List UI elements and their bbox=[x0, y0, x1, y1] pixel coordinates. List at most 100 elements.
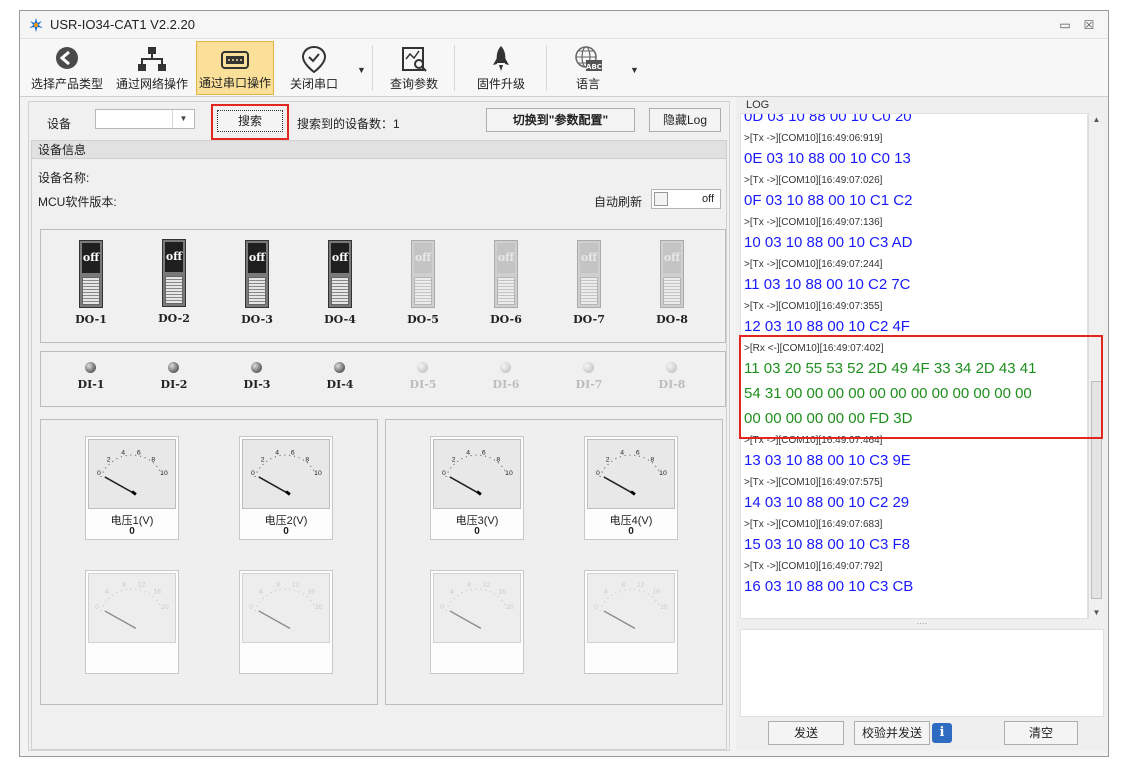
firmware-upgrade-button[interactable]: 固件升级 bbox=[464, 41, 538, 95]
app-window: USR-IO34-CAT1 V2.2.20 ▭ ☒ 选择产品类型 通过网络操作 bbox=[19, 10, 1109, 757]
led-icon bbox=[334, 362, 345, 373]
di-indicator-2: DI-2 bbox=[139, 356, 209, 396]
do-label: DO-5 bbox=[407, 313, 439, 326]
switch-icon: off bbox=[660, 240, 684, 308]
tick-10: 10 bbox=[659, 470, 667, 477]
tick-8: 8 bbox=[151, 456, 155, 463]
minimize-icon[interactable]: ▭ bbox=[1056, 17, 1074, 33]
gauge-icon: 0 4 8 12 16 20 bbox=[433, 573, 521, 643]
auto-refresh-label: 自动刷新 bbox=[594, 195, 643, 209]
switch-icon: off bbox=[328, 240, 352, 308]
tick-6: 6 bbox=[291, 450, 295, 457]
di-indicator-6: DI-6 bbox=[471, 356, 541, 396]
send-button[interactable]: 发送 bbox=[768, 721, 844, 745]
log-line-tx-data: 11 03 10 88 00 10 C2 7C bbox=[744, 276, 911, 293]
tick-10: 10 bbox=[314, 470, 322, 477]
log-title: LOG bbox=[746, 99, 770, 111]
log-line-header: >[Tx ->][COM10][16:49:07:575] bbox=[744, 477, 883, 488]
tick-4: 4 bbox=[259, 588, 263, 595]
gauge-icon: 0 2 4 6 8 10 bbox=[587, 439, 675, 509]
serial-port-icon bbox=[221, 51, 249, 69]
do-label: DO-4 bbox=[324, 313, 356, 326]
tick-0: 0 bbox=[440, 604, 444, 611]
meter-value: 0 bbox=[129, 526, 135, 537]
verify-send-button[interactable]: 校验并发送 bbox=[854, 721, 930, 745]
log-line-header: >[Tx ->][COM10][16:49:07:136] bbox=[744, 217, 883, 228]
query-params-button[interactable]: 查询参数 bbox=[382, 41, 446, 95]
gauge-icon: 0 4 8 12 16 20 bbox=[88, 573, 176, 643]
meter-value: 0 bbox=[474, 526, 480, 537]
tick-10: 10 bbox=[505, 470, 513, 477]
close-serial-dropdown-icon[interactable]: ▼ bbox=[357, 65, 366, 75]
scroll-down-icon[interactable]: ▼ bbox=[1089, 608, 1104, 617]
log-line-tx-data: 0E 03 10 88 00 10 C0 13 bbox=[744, 150, 911, 167]
tick-16: 16 bbox=[498, 588, 506, 595]
do-switch-4[interactable]: off DO-4 bbox=[300, 230, 380, 330]
log-splitter[interactable]: ···· bbox=[740, 620, 1104, 629]
do-switch-2[interactable]: off DO-2 bbox=[134, 229, 214, 329]
tick-0: 0 bbox=[97, 470, 101, 477]
auto-refresh-state: off bbox=[701, 193, 714, 205]
tick-8: 8 bbox=[650, 456, 654, 463]
log-panel: LOG 0D 03 10 88 00 10 C0 20 >[Tx ->][COM1… bbox=[736, 97, 1108, 751]
digital-output-group: off DO-1 off DO-2 off DO-3 off DO-4 off bbox=[40, 229, 726, 343]
log-line-tx-data: 13 03 10 88 00 10 C3 9E bbox=[744, 452, 911, 469]
log-line-tx-data: 0F 03 10 88 00 10 C1 C2 bbox=[744, 192, 913, 209]
auto-refresh-toggle[interactable]: off bbox=[651, 189, 721, 209]
back-arrow-icon bbox=[56, 47, 78, 69]
switch-icon: off bbox=[245, 240, 269, 308]
led-icon bbox=[251, 362, 262, 373]
close-serial-button[interactable]: 关闭串口 bbox=[282, 41, 346, 95]
log-line-tx-data: 15 03 10 88 00 10 C3 F8 bbox=[744, 536, 910, 553]
chevron-down-icon[interactable]: ▼ bbox=[172, 110, 194, 128]
device-select[interactable]: ▼ bbox=[95, 109, 195, 129]
search-button[interactable]: 搜索 bbox=[217, 110, 283, 132]
tick-0: 0 bbox=[442, 470, 446, 477]
info-icon[interactable]: i bbox=[932, 723, 952, 743]
meter-voltage-3: 0 2 4 6 8 10 电压3(V) 0 bbox=[430, 436, 524, 540]
log-line-tx-data: 10 03 10 88 00 10 C3 AD bbox=[744, 234, 913, 251]
led-icon bbox=[85, 362, 96, 373]
tick-12: 12 bbox=[138, 582, 146, 589]
serial-operate-button[interactable]: 通过串口操作 bbox=[196, 41, 274, 95]
log-line-tx-data: 14 03 10 88 00 10 C2 29 bbox=[744, 494, 910, 511]
tick-4: 4 bbox=[105, 588, 109, 595]
window-title: USR-IO34-CAT1 V2.2.20 bbox=[50, 17, 195, 32]
scroll-up-icon[interactable]: ▲ bbox=[1089, 115, 1104, 124]
di-indicator-5: DI-5 bbox=[388, 356, 458, 396]
language-button[interactable]: ABC 语言 bbox=[556, 41, 620, 95]
tick-8: 8 bbox=[467, 582, 471, 589]
do-label: DO-2 bbox=[158, 312, 190, 325]
do-switch-3[interactable]: off DO-3 bbox=[217, 230, 297, 330]
tick-8: 8 bbox=[305, 456, 309, 463]
tick-16: 16 bbox=[307, 588, 315, 595]
meter-disabled: 0 4 8 12 16 20 bbox=[584, 570, 678, 674]
close-icon[interactable]: ☒ bbox=[1080, 17, 1098, 33]
do-switch-1[interactable]: off DO-1 bbox=[51, 230, 131, 330]
svg-text:ABC: ABC bbox=[586, 63, 602, 71]
di-indicator-3: DI-3 bbox=[222, 356, 292, 396]
clear-button[interactable]: 清空 bbox=[1004, 721, 1078, 745]
device-info-header: 设备信息 bbox=[32, 141, 726, 159]
switch-to-config-button[interactable]: 切换到"参数配置" bbox=[486, 108, 635, 132]
log-line-tx-data: 16 03 10 88 00 10 C3 CB bbox=[744, 578, 914, 595]
di-indicator-4: DI-4 bbox=[305, 356, 375, 396]
device-name-label: 设备名称: bbox=[38, 171, 90, 185]
tick-0: 0 bbox=[95, 604, 99, 611]
tick-20: 20 bbox=[161, 604, 169, 611]
device-row: 设备 ▼ 搜索 搜索到的设备数：1 切换到"参数配置" 隐藏Log bbox=[29, 102, 729, 142]
app-logo-icon bbox=[29, 18, 43, 32]
device-panel: 设备 ▼ 搜索 搜索到的设备数：1 切换到"参数配置" 隐藏Log 设备信息 设… bbox=[28, 101, 730, 751]
send-input[interactable] bbox=[740, 629, 1104, 717]
di-indicator-1: DI-1 bbox=[56, 356, 126, 396]
select-product-button[interactable]: 选择产品类型 bbox=[26, 41, 108, 95]
meter-voltage-2: 0 2 4 6 8 10 电压2(V) 0 bbox=[239, 436, 333, 540]
tick-20: 20 bbox=[315, 604, 323, 611]
hide-log-button[interactable]: 隐藏Log bbox=[649, 108, 721, 132]
chart-search-icon bbox=[402, 47, 427, 72]
toolbar-more-dropdown-icon[interactable]: ▼ bbox=[630, 65, 639, 75]
tick-0: 0 bbox=[251, 470, 255, 477]
log-line-header: >[Tx ->][COM10][16:49:07:026] bbox=[744, 175, 883, 186]
network-operate-button[interactable]: 通过网络操作 bbox=[112, 41, 192, 95]
digital-input-group: DI-1 DI-2 DI-3 DI-4 DI-5 DI-6 DI-7 DI-8 bbox=[40, 351, 726, 407]
